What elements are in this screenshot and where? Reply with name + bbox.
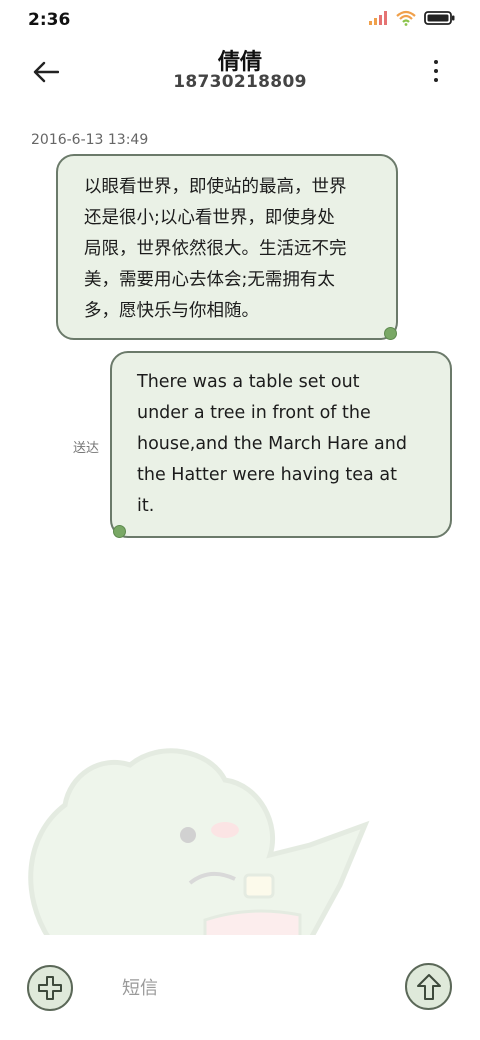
battery-icon (424, 10, 456, 30)
wallpaper-mascot-illustration (10, 735, 390, 940)
message-text: 以眼看世界，即使站的最高，世界 还是很小;以心看世界，即使身处 局限，世界依然很… (84, 172, 374, 327)
message-composer (0, 935, 480, 1040)
outgoing-message-bubble[interactable]: There was a table set out under a tree i… (110, 351, 452, 538)
message-line: it. (137, 496, 155, 516)
message-line: 美，需要用心去体会;无需拥有太 (84, 270, 335, 290)
status-time: 2:36 (28, 10, 71, 30)
message-text: There was a table set out under a tree i… (137, 367, 432, 522)
message-line: under a tree in front of the (137, 403, 371, 423)
conversation-header: 倩倩 18730218809 (0, 40, 480, 110)
plus-circle-icon (38, 976, 62, 1000)
more-options-button[interactable] (428, 56, 444, 86)
delivery-status: 送达 (73, 441, 100, 456)
message-line: the Hatter were having tea at (137, 465, 397, 485)
status-icons (368, 10, 456, 30)
more-vertical-icon (434, 60, 438, 64)
send-button[interactable] (405, 963, 452, 1010)
message-timestamp: 2016-6-13 13:49 (31, 132, 149, 148)
sms-input[interactable] (110, 971, 404, 1005)
message-line: 局限，世界依然很大。生活远不完 (84, 239, 347, 259)
bubble-tail-dot (113, 525, 126, 538)
signal-icon (368, 10, 388, 30)
send-arrow-up-icon (416, 973, 441, 1000)
bubble-tail-dot (384, 327, 397, 340)
incoming-message-bubble[interactable]: 以眼看世界，即使站的最高，世界 还是很小;以心看世界，即使身处 局限，世界依然很… (56, 154, 398, 340)
contact-phone-number: 18730218809 (173, 72, 307, 92)
message-line: 还是很小;以心看世界，即使身处 (84, 208, 335, 228)
add-attachment-button[interactable] (27, 965, 73, 1011)
message-line: house,and the March Hare and (137, 434, 407, 454)
message-line: 以眼看世界，即使站的最高，世界 (84, 177, 347, 197)
message-line: 多，愿快乐与你相随。 (84, 301, 259, 321)
wifi-icon (396, 10, 416, 30)
message-line: There was a table set out (137, 372, 360, 392)
status-bar: 2:36 (0, 0, 480, 40)
